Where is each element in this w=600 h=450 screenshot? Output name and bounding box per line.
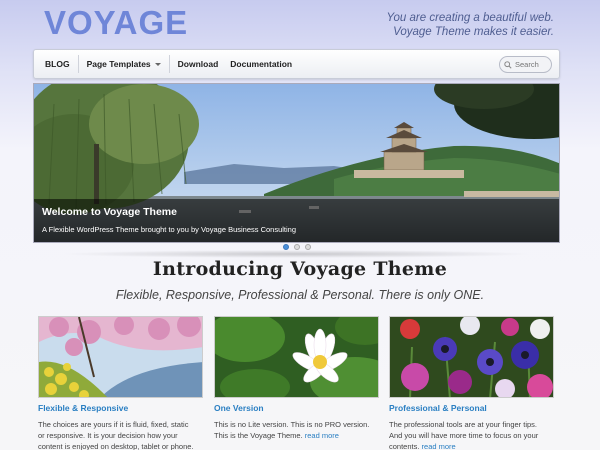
slider-shadow xyxy=(60,250,533,258)
nav-label-blog: BLOG xyxy=(45,59,70,69)
read-more-link[interactable]: read more xyxy=(305,431,339,440)
main-navigation: BLOG Page Templates Download Documentati… xyxy=(33,49,560,79)
feature-text-line: The professional tools are at your finge… xyxy=(389,420,537,429)
slide-caption-title: Welcome to Voyage Theme xyxy=(42,206,177,218)
feature-one-version: One Version This is no Lite version. Thi… xyxy=(214,316,379,441)
feature-text-line: The choices are yours if it is fluid, fi… xyxy=(38,420,189,429)
feature-image-water-lily[interactable] xyxy=(214,316,379,398)
slide-caption: Welcome to Voyage Theme A Flexible WordP… xyxy=(34,199,559,242)
chevron-down-icon xyxy=(154,62,161,66)
feature-text-line: content is enjoyed on desktop, tablet or… xyxy=(38,442,194,450)
site-tagline: You are creating a beautiful web. Voyage… xyxy=(294,11,554,39)
search-input[interactable] xyxy=(515,60,551,69)
feature-description: This is no Lite version. This is no PRO … xyxy=(214,419,379,441)
search-icon xyxy=(504,60,512,69)
tagline-line-2: Voyage Theme makes it easier. xyxy=(393,26,554,38)
nav-item-download[interactable]: Download xyxy=(172,50,225,78)
feature-text-line: And you will have more time to focus on … xyxy=(389,431,539,440)
feature-text-line: contents. xyxy=(389,442,420,450)
feature-image-cherry-blossom[interactable] xyxy=(38,316,203,398)
site-logo[interactable]: VOYAGE xyxy=(44,4,188,42)
nav-item-documentation[interactable]: Documentation xyxy=(224,50,298,78)
nav-item-blog[interactable]: BLOG xyxy=(34,50,76,78)
feature-image-anemones[interactable] xyxy=(389,316,554,398)
nav-label-documentation: Documentation xyxy=(230,59,293,69)
feature-professional-personal: Professional & Personal The professional… xyxy=(389,316,554,450)
hero-slider[interactable]: Welcome to Voyage Theme A Flexible WordP… xyxy=(33,83,560,243)
nav-label-page-templates: Page Templates xyxy=(86,59,151,69)
nav-divider xyxy=(77,55,79,73)
feature-flexible-responsive: Flexible & Responsive The choices are yo… xyxy=(38,316,203,450)
tagline-line-1: You are creating a beautiful web. xyxy=(386,12,554,24)
feature-title[interactable]: Flexible & Responsive xyxy=(38,403,203,413)
read-more-link[interactable]: read more xyxy=(422,442,456,450)
feature-text-line: or responsive. It is your decision how y… xyxy=(38,431,178,440)
feature-description: The professional tools are at your finge… xyxy=(389,419,554,450)
nav-label-download: Download xyxy=(177,59,219,69)
slide-caption-text: A Flexible WordPress Theme brought to yo… xyxy=(42,225,297,234)
feature-description: The choices are yours if it is fluid, fi… xyxy=(38,419,203,450)
feature-text-line: This is no Lite version. This is no PRO … xyxy=(214,420,370,429)
feature-title[interactable]: One Version xyxy=(214,403,379,413)
nav-item-page-templates[interactable]: Page Templates xyxy=(81,50,167,78)
intro-headline: Introducing Voyage Theme xyxy=(152,258,448,280)
nav-divider xyxy=(168,55,170,73)
search-box[interactable] xyxy=(499,56,552,73)
feature-text-line: This is the Voyage Theme. xyxy=(214,431,303,440)
intro-subheadline: Flexible, Responsive, Professional & Per… xyxy=(115,288,485,302)
feature-title[interactable]: Professional & Personal xyxy=(389,403,554,413)
